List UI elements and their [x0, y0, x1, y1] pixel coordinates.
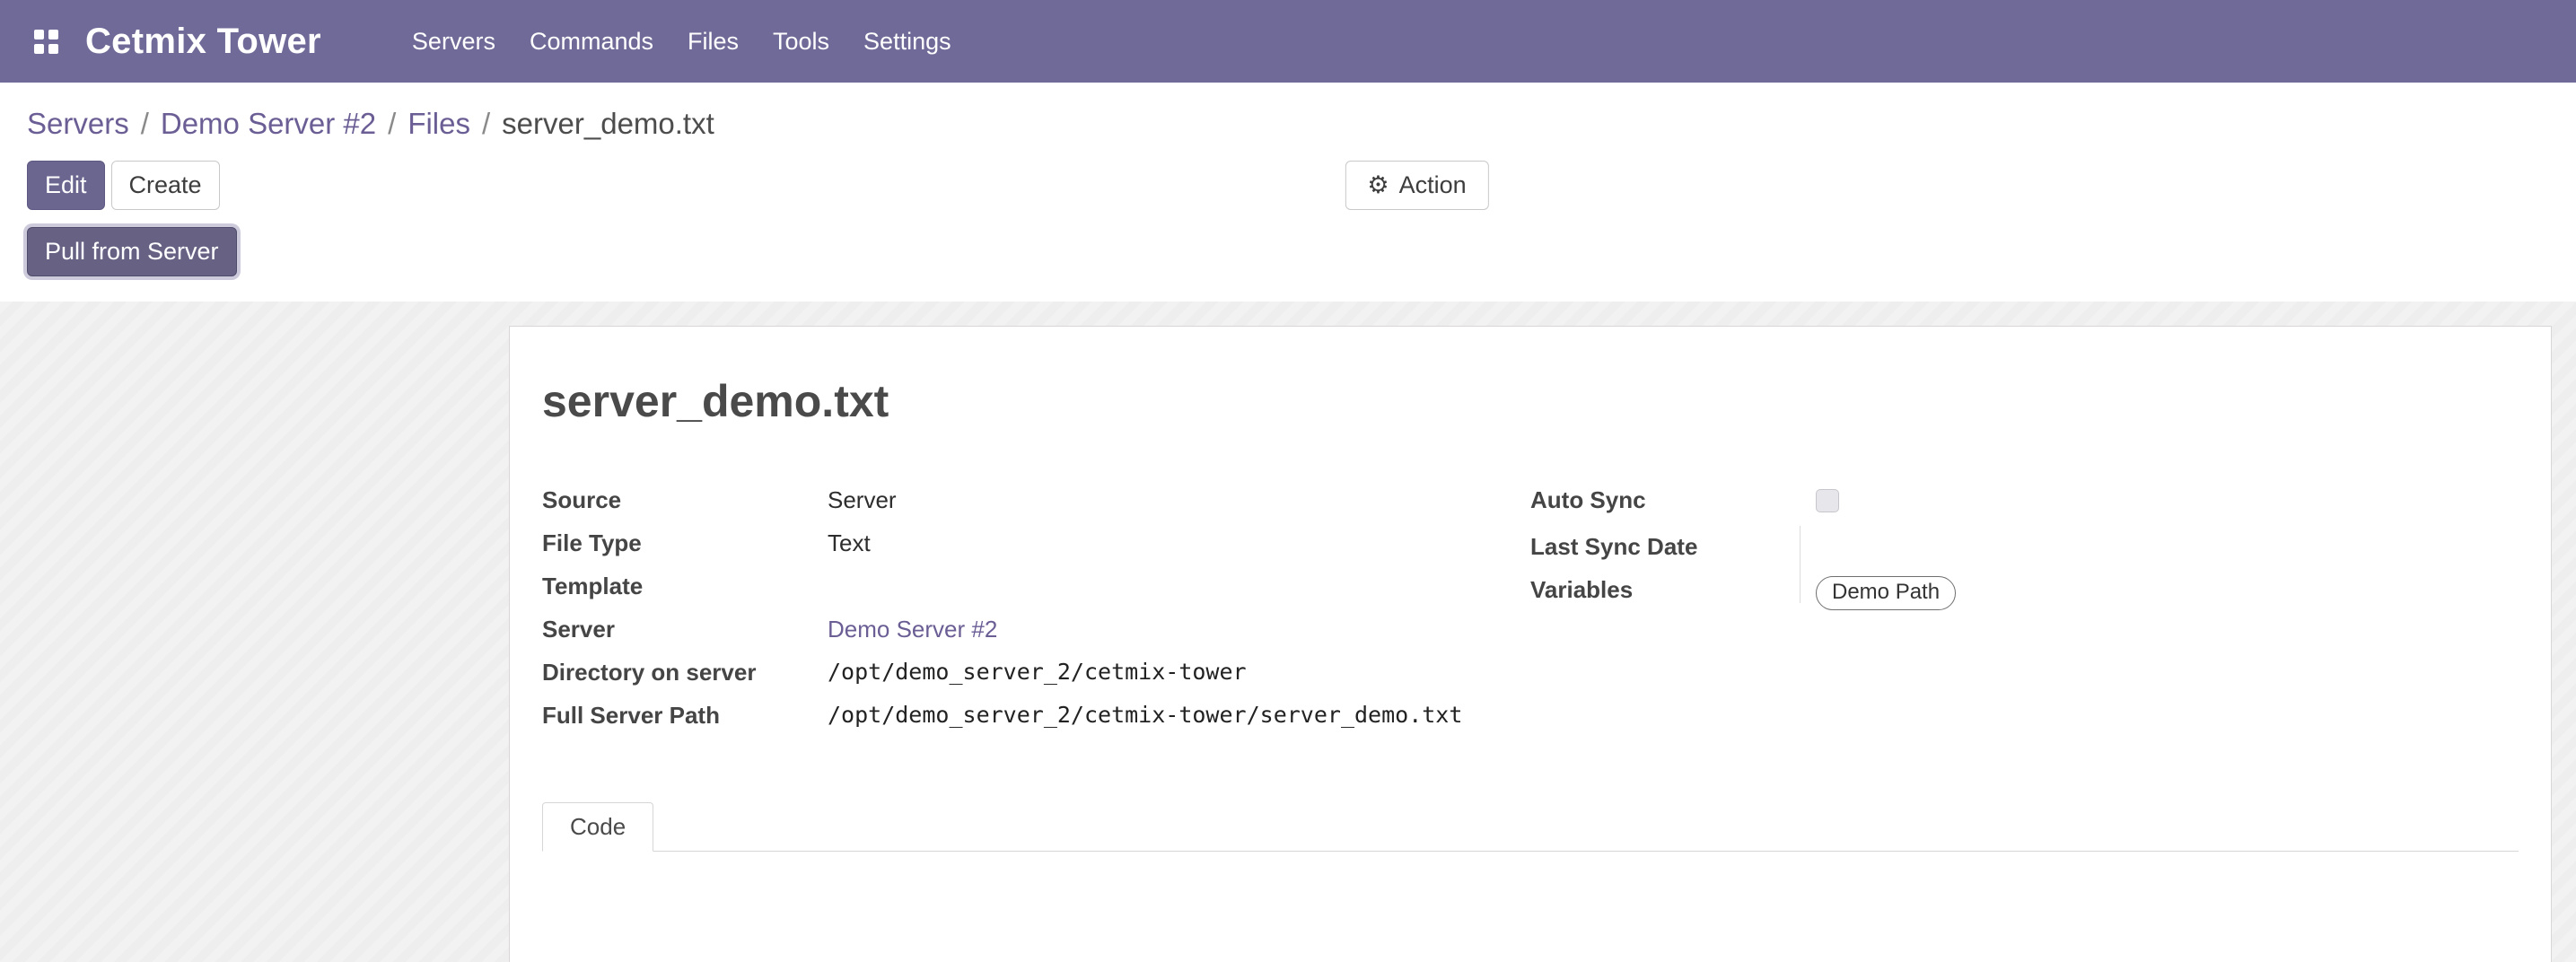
field-label-variables: Variables	[1530, 569, 1816, 617]
field-value-source: Server	[828, 479, 1530, 522]
action-button-label: Action	[1399, 173, 1467, 197]
field-label-directory: Directory on server	[542, 652, 828, 695]
breadcrumb-link-files[interactable]: Files	[407, 107, 470, 140]
breadcrumb-separator: /	[482, 107, 490, 140]
action-button[interactable]: ⚙ Action	[1345, 161, 1488, 210]
fields-right-column: Auto Sync Last Sync Date Variables Demo …	[1530, 479, 2519, 738]
apps-grid-icon	[34, 30, 58, 54]
control-panel: Servers / Demo Server #2 / Files / server_demo…	[0, 83, 2576, 302]
notebook-tabs: Code	[542, 802, 2519, 852]
create-button[interactable]: Create	[111, 161, 220, 210]
breadcrumb: Servers / Demo Server #2 / Files / server_demo…	[0, 83, 2576, 149]
menu-item-servers[interactable]: Servers	[395, 17, 513, 66]
field-value-variables: Demo Path	[1816, 569, 2519, 617]
brand-title[interactable]: Cetmix Tower	[85, 22, 321, 62]
field-value-auto-sync	[1816, 479, 2519, 526]
breadcrumb-separator: /	[141, 107, 149, 140]
field-value-server: Demo Server #2	[828, 608, 1530, 652]
fields-left-column: Source Server File Type Text Template Se…	[542, 479, 1530, 738]
control-panel-buttons: Edit Create ⚙ Action	[0, 149, 2576, 220]
main-menu: Servers Commands Files Tools Settings	[395, 17, 968, 66]
menu-item-files[interactable]: Files	[670, 17, 756, 66]
field-label-template: Template	[542, 565, 828, 608]
field-label-full-path: Full Server Path	[542, 695, 828, 738]
apps-menu-button[interactable]	[25, 20, 67, 63]
breadcrumb-link-demo-server[interactable]: Demo Server #2	[161, 107, 376, 140]
menu-item-commands[interactable]: Commands	[513, 17, 670, 66]
breadcrumb-link-servers[interactable]: Servers	[27, 107, 129, 140]
object-actions-row: Pull from Server	[0, 220, 2576, 302]
field-value-last-sync-date	[1816, 526, 2519, 569]
form-sheet: server_demo.txt Source Server File Type …	[509, 326, 2552, 962]
edit-create-group: Edit Create	[27, 161, 220, 210]
breadcrumb-separator: /	[388, 107, 396, 140]
app-window: Cetmix Tower Servers Commands Files Tool…	[0, 0, 2576, 962]
content-area: server_demo.txt Source Server File Type …	[0, 302, 2576, 962]
field-label-source: Source	[542, 479, 828, 522]
server-record-link[interactable]: Demo Server #2	[828, 616, 997, 643]
pull-from-server-button[interactable]: Pull from Server	[27, 227, 237, 276]
field-label-file-type: File Type	[542, 522, 828, 565]
top-navbar: Cetmix Tower Servers Commands Files Tool…	[0, 0, 2576, 83]
breadcrumb-current: server_demo.txt	[502, 107, 714, 140]
field-label-auto-sync: Auto Sync	[1530, 479, 1816, 526]
tab-code[interactable]: Code	[542, 802, 653, 852]
menu-item-tools[interactable]: Tools	[756, 17, 846, 66]
gear-icon: ⚙	[1367, 173, 1389, 197]
field-label-server: Server	[542, 608, 828, 652]
variable-tag: Demo Path	[1816, 576, 1956, 610]
field-value-template	[828, 565, 1530, 608]
field-value-file-type: Text	[828, 522, 1530, 565]
tab-content-code	[542, 852, 2519, 962]
record-title: server_demo.txt	[542, 375, 2519, 427]
auto-sync-checkbox[interactable]	[1816, 489, 1839, 512]
edit-button[interactable]: Edit	[27, 161, 105, 210]
field-value-directory: /opt/demo_server_2/cetmix-tower	[828, 652, 1530, 695]
menu-item-settings[interactable]: Settings	[846, 17, 968, 66]
field-grid: Source Server File Type Text Template Se…	[542, 479, 2519, 738]
field-separator-line	[1800, 526, 1801, 603]
field-label-last-sync-date: Last Sync Date	[1530, 526, 1816, 569]
field-value-full-path: /opt/demo_server_2/cetmix-tower/server_d…	[828, 695, 1530, 738]
